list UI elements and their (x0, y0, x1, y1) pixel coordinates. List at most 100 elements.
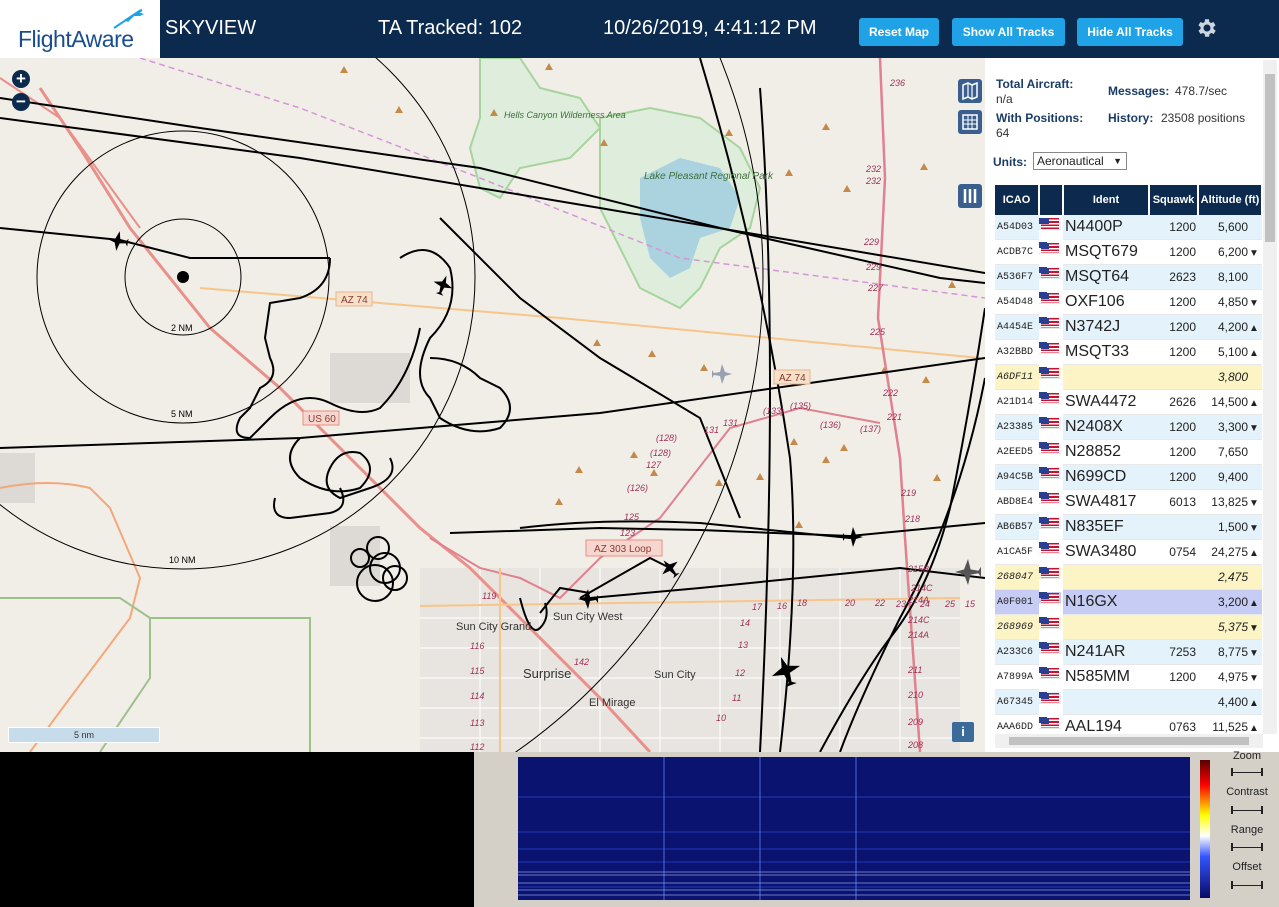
zoom-label: Zoom (1232, 750, 1262, 762)
cell-squawk: 1200 (1149, 439, 1198, 465)
altitude-value: 9,400 (1217, 470, 1248, 484)
svg-text:115: 115 (470, 666, 485, 676)
altitude-value: 5,600 (1217, 220, 1248, 234)
flag-cell (1039, 692, 1061, 705)
col-header-icao[interactable]: ICAO (995, 185, 1040, 215)
svg-text:125: 125 (624, 512, 640, 522)
contrast-slider[interactable] (1231, 806, 1263, 816)
grid-icon (962, 114, 978, 130)
cell-squawk: 1200 (1149, 414, 1198, 440)
col-header-altitude[interactable]: Altitude (ft) (1198, 185, 1262, 215)
map-canvas[interactable]: 2 NM 5 NM 10 NM Hells Canyon Wilderness … (0, 58, 985, 752)
offset-slider[interactable] (1231, 881, 1263, 891)
cell-squawk: 1200 (1149, 464, 1198, 490)
units-select[interactable]: Aeronautical ▼ (1033, 152, 1127, 170)
map-view[interactable]: 2 NM 5 NM 10 NM Hells Canyon Wilderness … (0, 58, 985, 752)
us-flag-icon (1041, 567, 1059, 579)
flag-cell (1039, 667, 1061, 680)
table-row[interactable]: A7899A N585MM 1200 4,975▼ (995, 664, 1262, 690)
info-button[interactable]: i (952, 722, 974, 742)
table-row[interactable]: A0F001 N16GX 3,200▲ (995, 589, 1262, 615)
place-label: Sun City Grand (456, 621, 531, 633)
table-row[interactable]: 268969 5,375▼ (995, 614, 1262, 640)
us-flag-icon (1041, 517, 1059, 529)
offset-label: Offset (1232, 861, 1262, 873)
table-row[interactable]: A1CA5F SWA3480 0754 24,275▲ (995, 539, 1262, 565)
flag-cell (1039, 467, 1061, 480)
altitude-value: 24,275 (1211, 545, 1248, 559)
table-row[interactable]: ABD8E4 SWA4817 6013 13,825▼ (995, 489, 1262, 515)
road-label: US 60 (308, 414, 336, 425)
altitude-value: 11,525 (1212, 720, 1248, 734)
ring-label-2nm: 2 NM (171, 323, 193, 333)
panel-vertical-scrollbar[interactable] (1263, 60, 1277, 734)
altitude-trend-icon: ▼ (1249, 673, 1259, 684)
cell-altitude: 4,200▲ (1198, 314, 1262, 340)
table-row[interactable]: A233C6 N241AR 7253 8,775▼ (995, 639, 1262, 665)
table-row[interactable]: AB6B57 N835EF 1,500▼ (995, 514, 1262, 540)
col-header-squawk[interactable]: Squawk (1149, 185, 1199, 215)
column-toggle-button[interactable] (958, 184, 982, 208)
table-row[interactable]: ACDB7C MSQT679 1200 6,200▼ (995, 239, 1262, 265)
table-row[interactable]: A54D03 N4400P 1200 5,600 (995, 215, 1262, 240)
top-header: FlightAware SKYVIEW TA Tracked: 102 10/2… (0, 0, 1279, 58)
scroll-thumb[interactable] (1265, 74, 1275, 242)
cell-icao: A536F7 (995, 264, 1039, 290)
altitude-trend-icon: ▼ (1249, 623, 1259, 634)
svg-text:131: 131 (704, 425, 719, 435)
show-all-tracks-button[interactable]: Show All Tracks (952, 18, 1065, 46)
cell-squawk: 1200 (1149, 339, 1198, 365)
table-row[interactable]: A536F7 MSQT64 2623 8,100 (995, 264, 1262, 290)
total-aircraft-value: n/a (996, 92, 1013, 106)
cell-icao: A32BBD (995, 339, 1039, 365)
cell-squawk: 2626 (1149, 389, 1198, 415)
altitude-trend-icon: ▲ (1249, 548, 1259, 559)
hide-all-tracks-button[interactable]: Hide All Tracks (1077, 18, 1183, 46)
altitude-trend-icon: ▼ (1249, 648, 1259, 659)
table-row[interactable]: A6DF11 3,800 (995, 364, 1262, 390)
reset-map-button[interactable]: Reset Map (859, 18, 939, 46)
gear-icon[interactable] (1194, 16, 1218, 40)
table-row[interactable]: 268047 2,475 (995, 564, 1262, 590)
zoom-slider[interactable] (1231, 768, 1263, 778)
scroll-thumb[interactable] (1009, 737, 1249, 745)
cell-squawk: 1200 (1149, 239, 1198, 265)
aircraft-table-wrap[interactable]: ICAO Ident Squawk Altitude (ft) A54D03 N4… (995, 185, 1262, 738)
altitude-value: 4,975 (1217, 670, 1248, 684)
range-slider[interactable] (1231, 843, 1263, 853)
grid-toggle-button[interactable] (958, 110, 982, 134)
table-row[interactable]: A21D14 SWA4472 2626 14,500▲ (995, 389, 1262, 415)
altitude-trend-icon: ▲ (1249, 698, 1259, 709)
panel-horizontal-scrollbar[interactable] (995, 734, 1263, 748)
table-row[interactable]: A4454E N3742J 1200 4,200▲ (995, 314, 1262, 340)
svg-text:225: 225 (869, 327, 886, 337)
svg-text:214A: 214A (907, 630, 929, 640)
table-row[interactable]: A67345 4,400▲ (995, 689, 1262, 715)
cell-squawk (1149, 514, 1198, 540)
table-row[interactable]: A32BBD MSQT33 1200 5,100▲ (995, 339, 1262, 365)
zoom-in-button[interactable]: + (12, 70, 30, 88)
table-row[interactable]: A23385 N2408X 1200 3,300▼ (995, 414, 1262, 440)
flag-cell (1039, 592, 1061, 605)
altitude-trend-icon: ▼ (1249, 298, 1259, 309)
svg-text:214C: 214C (907, 615, 930, 625)
svg-text:11: 11 (732, 693, 741, 703)
table-row[interactable]: A54D48 OXF106 1200 4,850▼ (995, 289, 1262, 315)
altitude-value: 3,800 (1217, 370, 1248, 384)
us-flag-icon (1041, 218, 1059, 229)
flag-cell (1039, 367, 1061, 380)
col-header-flag[interactable] (1039, 185, 1064, 215)
col-header-ident[interactable]: Ident (1063, 185, 1150, 215)
table-row[interactable]: A94C5B N699CD 1200 9,400 (995, 464, 1262, 490)
scale-bar: 5 nm (8, 727, 160, 743)
cell-ident: SWA4472 (1063, 389, 1149, 415)
clock-datetime: 10/26/2019, 4:41:12 PM (603, 17, 817, 39)
map-layers-button[interactable] (958, 79, 982, 103)
zoom-out-button[interactable]: − (12, 93, 30, 111)
svg-text:(133): (133) (763, 406, 784, 416)
us-flag-icon (1041, 692, 1059, 704)
table-row[interactable]: A2EED5 N28852 1200 7,650 (995, 439, 1262, 465)
altitude-value: 5,100 (1217, 345, 1248, 359)
flag-cell (1039, 442, 1061, 455)
history-value: 23508 positions (1161, 111, 1246, 125)
